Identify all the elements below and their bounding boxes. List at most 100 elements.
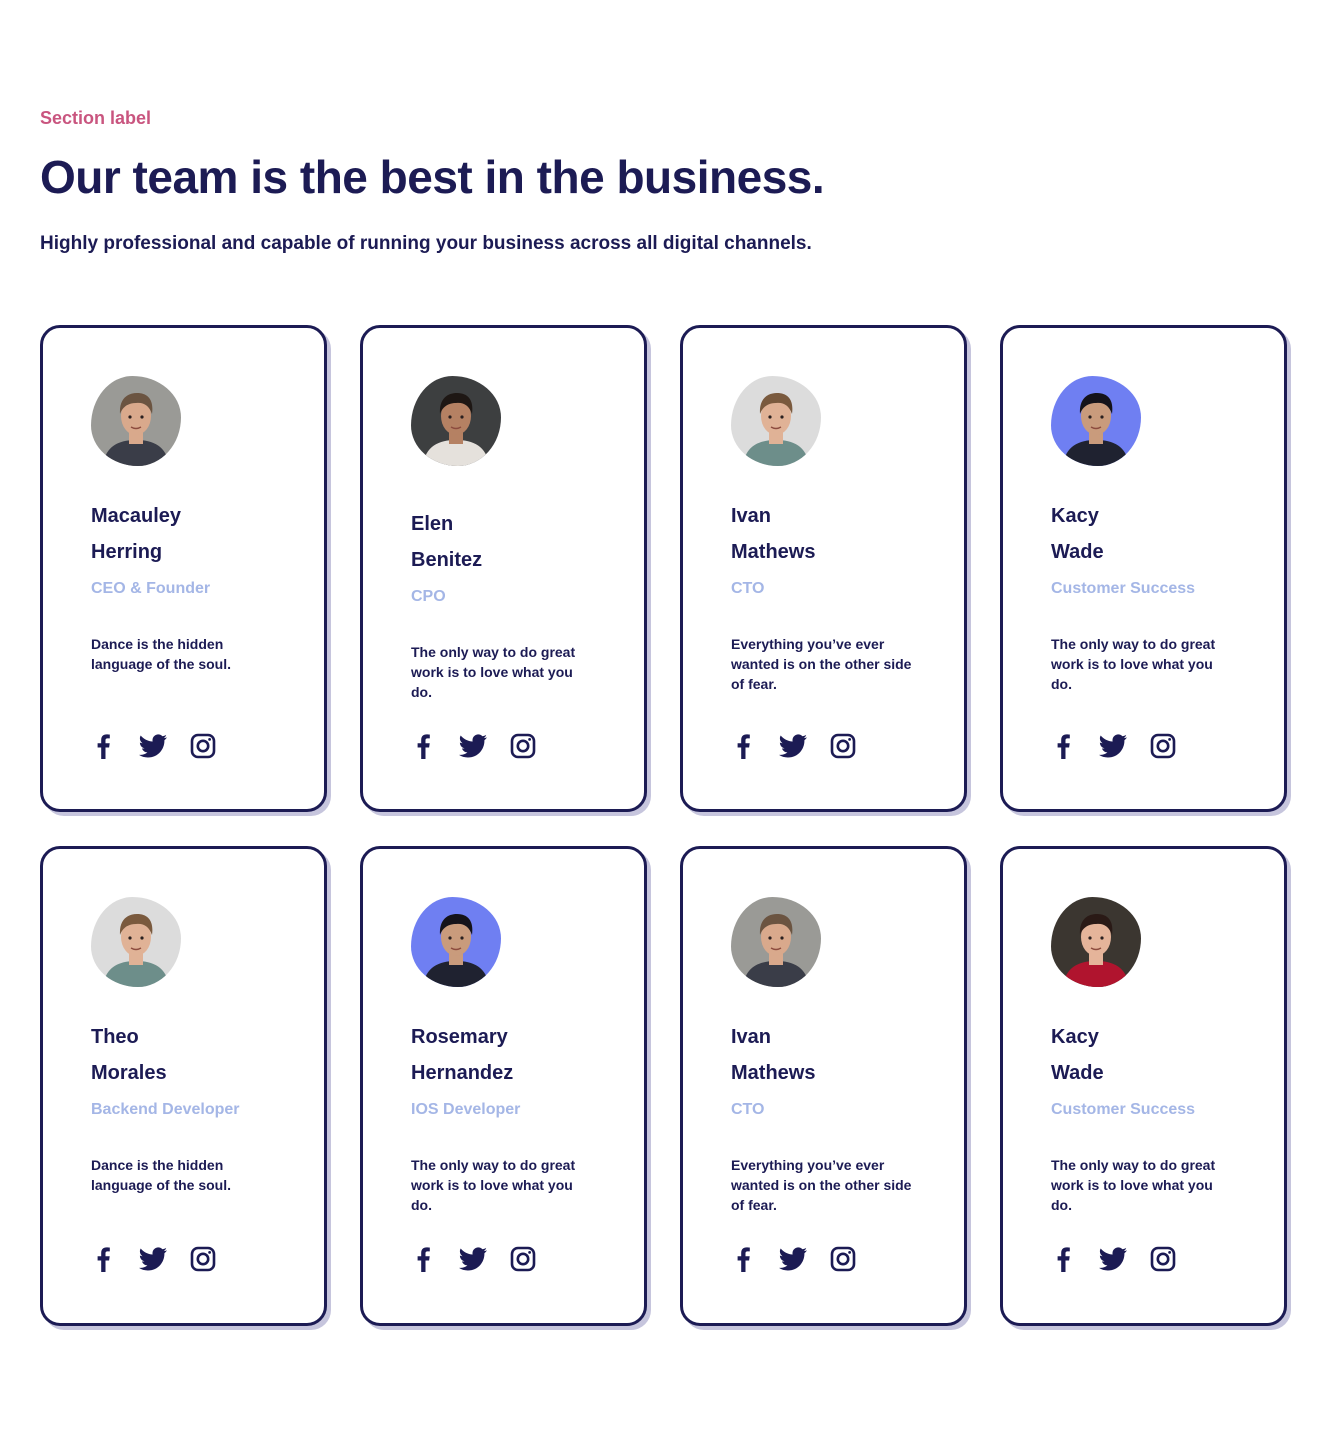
member-quote: The only way to do great work is to love…: [1051, 1157, 1216, 1213]
avatar: [411, 897, 501, 987]
social-links: [409, 1245, 537, 1273]
member-role: Backend Developer: [91, 1101, 240, 1118]
social-links: [729, 1245, 857, 1273]
member-last-name: Herring: [91, 541, 163, 563]
twitter-icon: [778, 1247, 808, 1271]
instagram-icon: [510, 1246, 536, 1272]
member-quote: Everything you’ve ever wanted is on the …: [731, 636, 912, 692]
twitter-icon: [138, 1247, 168, 1271]
member-role: CPO: [411, 588, 446, 605]
twitter-link[interactable]: [1099, 732, 1127, 760]
instagram-icon: [1150, 733, 1176, 759]
member-quote: Dance is the hidden language of the soul…: [91, 1157, 232, 1193]
member-role: CTO: [731, 1101, 765, 1118]
member-role: CTO: [731, 580, 765, 597]
avatar: [91, 376, 181, 466]
team-card: Ivan Mathews CTO Everything you’ve ever wan…: [680, 325, 967, 812]
facebook-icon: [95, 1246, 111, 1272]
instagram-link[interactable]: [509, 732, 537, 760]
facebook-link[interactable]: [409, 732, 437, 760]
facebook-icon: [95, 733, 111, 759]
facebook-icon: [1055, 733, 1071, 759]
member-role: CEO & Founder: [91, 580, 211, 597]
member-last-name: Mathews: [731, 541, 816, 563]
instagram-icon: [1150, 1246, 1176, 1272]
instagram-icon: [510, 733, 536, 759]
member-name: Elen Benitez: [411, 506, 611, 578]
member-last-name: Benitez: [411, 549, 483, 571]
twitter-icon: [1098, 1247, 1128, 1271]
twitter-link[interactable]: [139, 732, 167, 760]
member-name: Macauley Herring: [91, 498, 291, 570]
facebook-icon: [735, 1246, 751, 1272]
member-name: Rosemary Hernandez: [411, 1019, 611, 1091]
facebook-link[interactable]: [729, 1245, 757, 1273]
facebook-link[interactable]: [1049, 732, 1077, 760]
member-first-name: Ivan: [731, 1026, 772, 1048]
social-links: [89, 1245, 217, 1273]
social-links: [409, 732, 537, 760]
member-quote: Dance is the hidden language of the soul…: [91, 636, 232, 672]
section-label: Section label: [40, 108, 152, 128]
social-links: [1049, 1245, 1177, 1273]
member-first-name: Ivan: [731, 505, 772, 527]
member-first-name: Kacy: [1051, 505, 1099, 527]
social-links: [89, 732, 217, 760]
team-card: Rosemary Hernandez IOS Developer The only w…: [360, 846, 647, 1326]
facebook-link[interactable]: [409, 1245, 437, 1273]
avatar: [731, 897, 821, 987]
twitter-icon: [138, 734, 168, 758]
facebook-icon: [415, 1246, 431, 1272]
twitter-icon: [458, 734, 488, 758]
member-role: Customer Success: [1051, 1101, 1196, 1118]
team-card: Kacy Wade Customer Success The only way to …: [1000, 846, 1287, 1326]
member-first-name: Rosemary: [411, 1026, 508, 1048]
instagram-icon: [830, 1246, 856, 1272]
member-name: Kacy Wade: [1051, 1019, 1251, 1091]
instagram-icon: [830, 733, 856, 759]
avatar: [731, 376, 821, 466]
team-card: Elen Benitez CPO The only way to do great w…: [360, 325, 647, 812]
member-name: Theo Morales: [91, 1019, 291, 1091]
twitter-icon: [778, 734, 808, 758]
instagram-link[interactable]: [1149, 732, 1177, 760]
instagram-link[interactable]: [189, 732, 217, 760]
member-last-name: Wade: [1051, 1062, 1104, 1084]
facebook-link[interactable]: [89, 732, 117, 760]
member-quote: The only way to do great work is to love…: [411, 1157, 576, 1213]
instagram-link[interactable]: [189, 1245, 217, 1273]
instagram-link[interactable]: [829, 1245, 857, 1273]
member-role: Customer Success: [1051, 580, 1196, 597]
team-card: Theo Morales Backend Developer Dance is the…: [40, 846, 327, 1326]
twitter-link[interactable]: [779, 732, 807, 760]
instagram-link[interactable]: [829, 732, 857, 760]
member-first-name: Kacy: [1051, 1026, 1099, 1048]
facebook-icon: [735, 733, 751, 759]
facebook-icon: [1055, 1246, 1071, 1272]
instagram-link[interactable]: [1149, 1245, 1177, 1273]
facebook-link[interactable]: [729, 732, 757, 760]
member-quote: Everything you’ve ever wanted is on the …: [731, 1157, 912, 1213]
instagram-link[interactable]: [509, 1245, 537, 1273]
member-last-name: Mathews: [731, 1062, 816, 1084]
page-subtitle: Highly professional and capable of runni…: [40, 233, 812, 254]
page-title: Our team is the best in the business.: [40, 151, 825, 203]
member-first-name: Elen: [411, 513, 454, 535]
twitter-link[interactable]: [459, 1245, 487, 1273]
member-last-name: Wade: [1051, 541, 1104, 563]
team-card: Kacy Wade Customer Success The only way to …: [1000, 325, 1287, 812]
social-links: [1049, 732, 1177, 760]
twitter-link[interactable]: [139, 1245, 167, 1273]
twitter-link[interactable]: [459, 732, 487, 760]
member-name: Kacy Wade: [1051, 498, 1251, 570]
facebook-link[interactable]: [1049, 1245, 1077, 1273]
facebook-link[interactable]: [89, 1245, 117, 1273]
team-card: Macauley Herring CEO & Founder Dance is the…: [40, 325, 327, 812]
member-name: Ivan Mathews: [731, 1019, 931, 1091]
member-quote: The only way to do great work is to love…: [411, 644, 576, 700]
member-name: Ivan Mathews: [731, 498, 931, 570]
twitter-link[interactable]: [779, 1245, 807, 1273]
avatar: [1051, 376, 1141, 466]
member-first-name: Theo: [91, 1026, 139, 1048]
twitter-link[interactable]: [1099, 1245, 1127, 1273]
